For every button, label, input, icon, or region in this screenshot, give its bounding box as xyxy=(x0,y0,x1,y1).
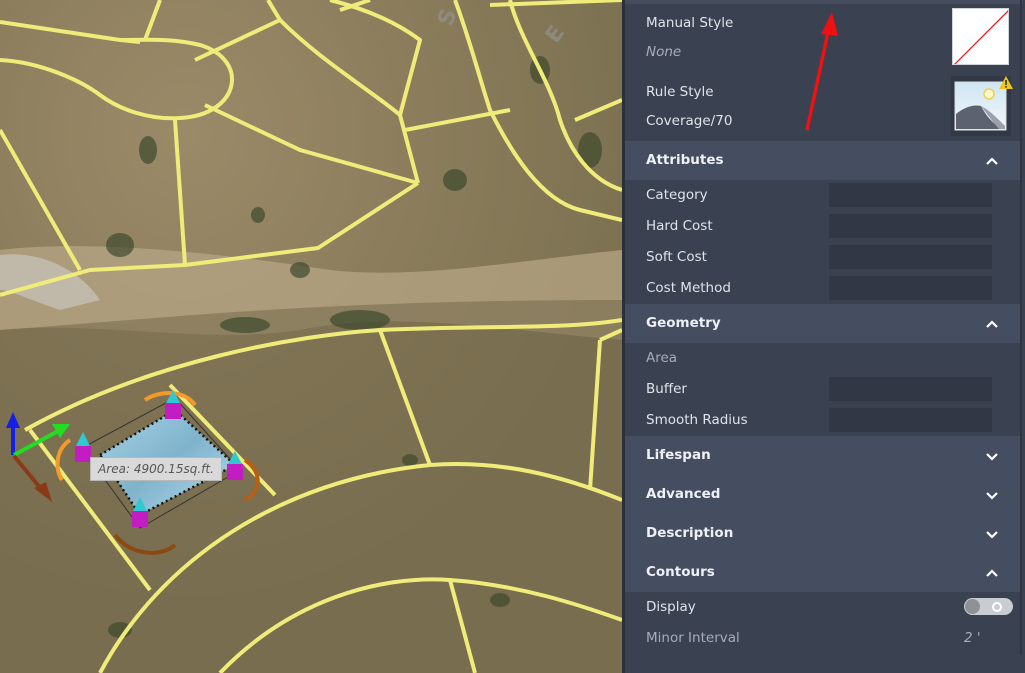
soft-cost-input[interactable] xyxy=(829,245,992,269)
field-label: Hard Cost xyxy=(646,218,713,234)
section-advanced[interactable]: Advanced xyxy=(625,475,1020,514)
minor-interval-value[interactable]: 2 ' xyxy=(964,630,981,646)
chevron-down-icon[interactable] xyxy=(985,449,999,463)
attribute-row-hard-cost: Hard Cost xyxy=(625,211,1020,242)
rule-style-value: Coverage/70 xyxy=(646,113,733,129)
section-lifespan[interactable]: Lifespan xyxy=(625,436,1020,475)
field-label: Category xyxy=(646,187,708,203)
geometry-row-smooth-radius: Smooth Radius xyxy=(625,405,1020,436)
area-label: Area xyxy=(646,350,678,366)
manual-style-value: None xyxy=(646,44,682,60)
field-label: Smooth Radius xyxy=(646,412,748,428)
cost-method-input[interactable] xyxy=(829,276,992,300)
section-title: Advanced xyxy=(646,486,721,502)
toggle-off-indicator-icon xyxy=(992,602,1002,612)
display-label: Display xyxy=(646,599,696,615)
aerial-imagery xyxy=(0,0,622,673)
field-label: Cost Method xyxy=(646,280,731,296)
hard-cost-input[interactable] xyxy=(829,214,992,238)
smooth-radius-input[interactable] xyxy=(829,408,992,432)
section-description[interactable]: Description xyxy=(625,514,1020,553)
map-viewport[interactable]: S E Area: 4900.15sq.ft. xyxy=(0,0,622,673)
section-title: Lifespan xyxy=(646,447,711,463)
section-geometry[interactable]: Geometry xyxy=(625,304,1020,343)
section-contours[interactable]: Contours xyxy=(625,553,1020,592)
no-style-icon xyxy=(954,10,1008,64)
attribute-row-category: Category xyxy=(625,180,1020,211)
geometry-row-area: Area xyxy=(625,343,1020,374)
field-label: Buffer xyxy=(646,381,687,397)
contours-row-display: Display xyxy=(625,592,1020,623)
attribute-row-soft-cost: Soft Cost xyxy=(625,242,1020,273)
manual-style-label: Manual Style xyxy=(646,15,734,31)
panel-scrollbar[interactable] xyxy=(1020,0,1022,655)
minor-interval-label: Minor Interval xyxy=(646,630,740,646)
chevron-up-icon[interactable] xyxy=(985,154,999,168)
warning-icon xyxy=(999,76,1013,89)
section-title: Geometry xyxy=(646,315,721,331)
chevron-down-icon[interactable] xyxy=(985,527,999,541)
area-tooltip: Area: 4900.15sq.ft. xyxy=(90,457,222,481)
attribute-row-cost-method: Cost Method xyxy=(625,273,1020,304)
section-title: Description xyxy=(646,525,734,541)
chevron-down-icon[interactable] xyxy=(985,488,999,502)
section-title: Contours xyxy=(646,564,715,580)
geometry-row-buffer: Buffer xyxy=(625,374,1020,405)
section-attributes[interactable]: Attributes xyxy=(625,141,1020,180)
section-title: Attributes xyxy=(646,152,724,168)
chevron-up-icon[interactable] xyxy=(985,317,999,331)
buffer-input[interactable] xyxy=(829,377,992,401)
rule-style-swatch[interactable] xyxy=(951,76,1013,136)
panel-header-edge xyxy=(625,0,1023,4)
category-input[interactable] xyxy=(829,183,992,207)
chevron-up-icon[interactable] xyxy=(985,566,999,580)
toggle-knob xyxy=(965,599,980,614)
field-label: Soft Cost xyxy=(646,249,707,265)
manual-style-swatch[interactable] xyxy=(952,8,1009,65)
display-toggle[interactable] xyxy=(964,598,1013,615)
rule-style-label: Rule Style xyxy=(646,84,714,100)
contours-row-minor-interval: Minor Interval xyxy=(625,623,1020,654)
properties-panel: Manual Style None Rule Style Coverage/70… xyxy=(622,0,1025,673)
